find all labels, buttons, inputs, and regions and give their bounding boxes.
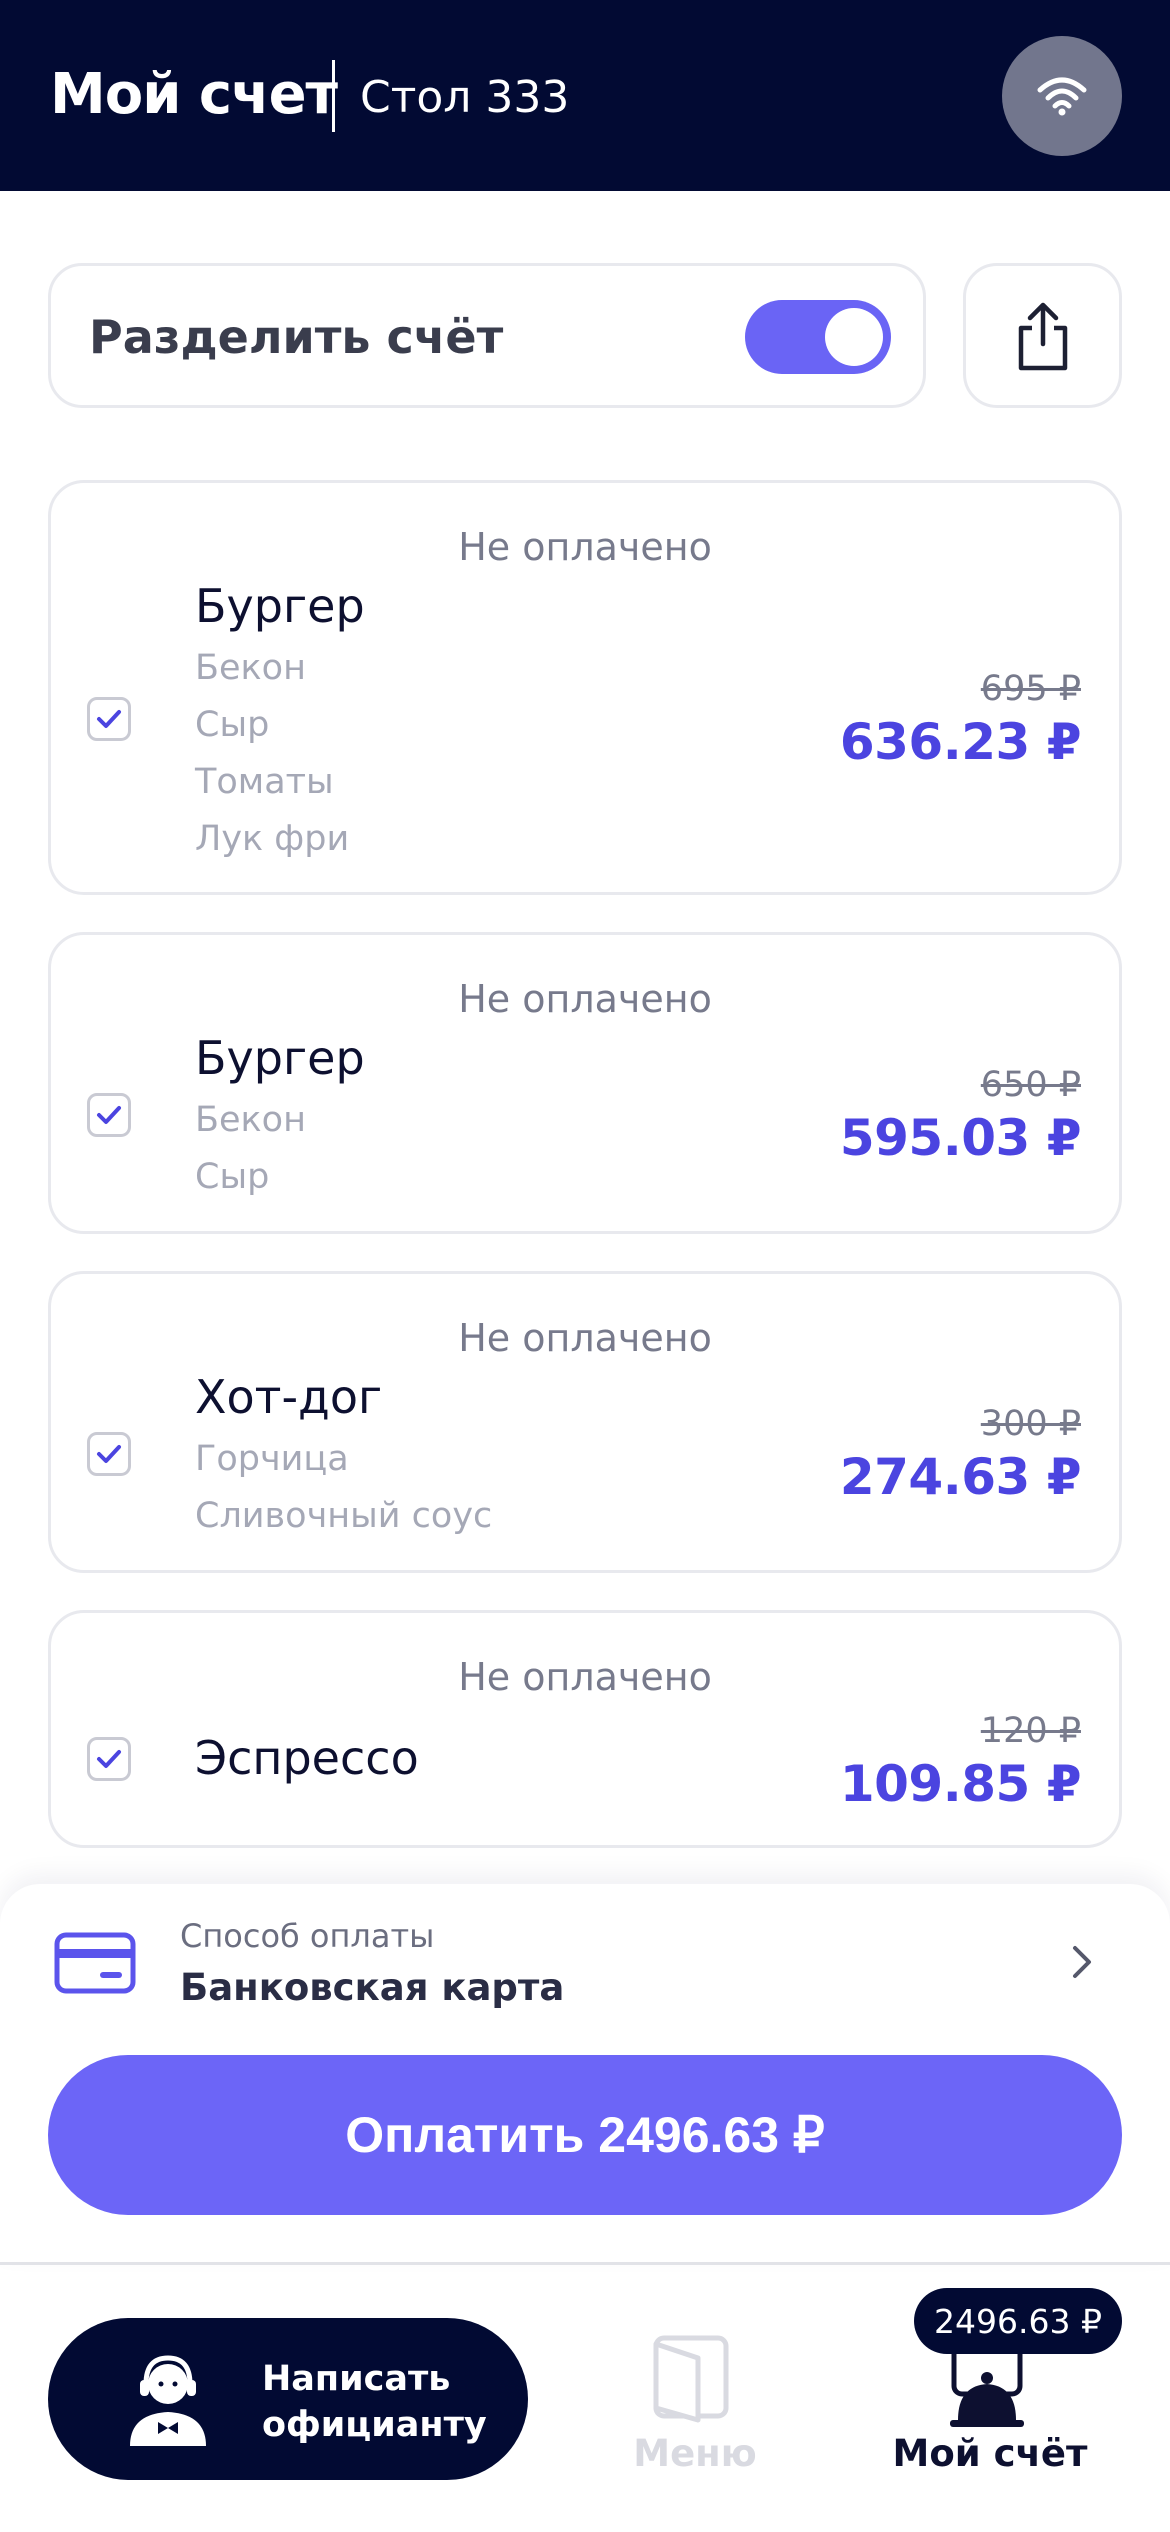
split-bill-toggle[interactable] <box>745 300 891 374</box>
toggle-knob <box>825 308 883 366</box>
item-checkbox[interactable] <box>87 1093 131 1137</box>
share-icon <box>1018 302 1067 370</box>
call-waiter-button[interactable]: Написать официанту <box>48 2318 528 2480</box>
old-price: 300 ₽ <box>980 1404 1081 1444</box>
checkmark-icon <box>97 1750 121 1768</box>
item-modifier: Лук фри <box>195 819 350 859</box>
order-item: Не оплачено Бургер Бекон Сыр 650 ₽ 595.0… <box>48 932 1122 1234</box>
item-price: 595.03 ₽ <box>839 1109 1082 1167</box>
checkmark-icon <box>97 1445 121 1463</box>
item-modifier: Бекон <box>195 1100 306 1140</box>
tab-my-bill-label: Мой счёт <box>892 2432 1088 2475</box>
pay-button[interactable]: Оплатить 2496.63 ₽ <box>48 2055 1122 2215</box>
order-item: Не оплачено Хот-дог Горчица Сливочный со… <box>48 1271 1122 1573</box>
item-price: 109.85 ₽ <box>839 1755 1082 1813</box>
item-modifier: Сливочный соус <box>195 1496 493 1536</box>
item-checkbox[interactable] <box>87 1737 131 1781</box>
book-icon <box>653 2335 729 2423</box>
bottom-divider <box>0 2262 1170 2265</box>
call-waiter-label: Написать официанту <box>262 2356 487 2448</box>
item-price: 274.63 ₽ <box>839 1448 1082 1506</box>
payment-status: Не оплачено <box>458 1655 712 1699</box>
payment-method-value[interactable]: Банковская карта <box>180 1966 564 2009</box>
split-bill-label: Разделить счёт <box>89 310 504 364</box>
item-name: Бургер <box>195 1031 365 1085</box>
bill-total-badge: 2496.63 ₽ <box>914 2288 1122 2354</box>
item-modifier: Томаты <box>195 762 334 802</box>
page-title: Мой счет <box>50 62 338 127</box>
order-item: Не оплачено Эспрессо 120 ₽ 109.85 ₽ <box>48 1610 1122 1848</box>
item-modifier: Сыр <box>195 705 270 745</box>
item-modifier: Бекон <box>195 648 306 688</box>
item-price: 636.23 ₽ <box>839 713 1082 771</box>
item-modifier: Горчица <box>195 1439 349 1479</box>
old-price: 650 ₽ <box>980 1065 1081 1105</box>
tab-menu-label: Меню <box>633 2432 757 2475</box>
checkmark-icon <box>97 1106 121 1124</box>
item-modifier: Сыр <box>195 1157 270 1197</box>
header-divider <box>332 60 335 132</box>
item-name: Хот-дог <box>195 1370 383 1424</box>
payment-status: Не оплачено <box>458 1316 712 1360</box>
wifi-icon <box>1037 77 1087 116</box>
order-item: Не оплачено Бургер Бекон Сыр Томаты Лук … <box>48 480 1122 895</box>
credit-card-icon <box>54 1932 136 1994</box>
item-name: Бургер <box>195 579 365 633</box>
payment-status: Не оплачено <box>458 525 712 569</box>
item-name: Эспрессо <box>195 1731 419 1785</box>
wifi-button[interactable] <box>1002 36 1122 156</box>
item-checkbox[interactable] <box>87 697 131 741</box>
payment-method-selector[interactable] <box>54 1932 136 1998</box>
call-waiter-line2: официанту <box>262 2405 487 2445</box>
split-bill-row: Разделить счёт <box>48 263 926 408</box>
waiter-icon <box>130 2355 206 2446</box>
checkmark-icon <box>97 710 121 728</box>
header: Мой счет Стол 333 <box>0 0 1170 191</box>
old-price: 695 ₽ <box>980 669 1081 709</box>
share-button[interactable] <box>963 263 1122 408</box>
item-checkbox[interactable] <box>87 1432 131 1476</box>
call-waiter-line1: Написать <box>262 2359 451 2399</box>
payment-status: Не оплачено <box>458 977 712 1021</box>
tab-menu[interactable]: Меню <box>620 2320 770 2490</box>
payment-method-label: Способ оплаты <box>180 1917 435 1955</box>
chevron-right-icon <box>1073 1946 1091 1978</box>
payment-method-arrow[interactable] <box>1070 1944 1094 1984</box>
old-price: 120 ₽ <box>980 1711 1081 1751</box>
table-number: Стол 333 <box>360 72 570 123</box>
